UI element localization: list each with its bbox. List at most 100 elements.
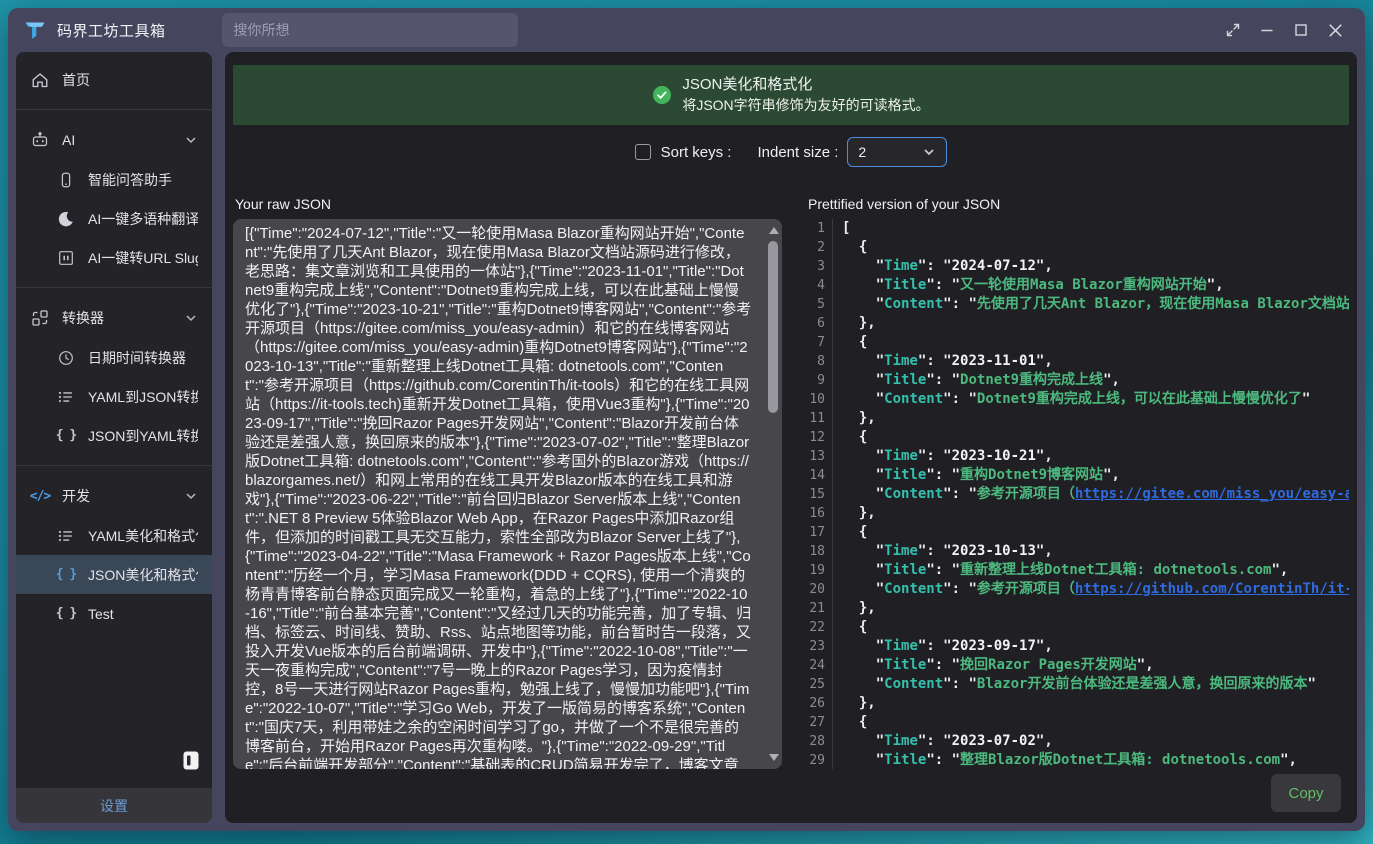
code-content: "Title": "重新整理上线Dotnet工具箱: dotnetools.co…: [842, 561, 1288, 580]
sidebar-item-label: 智能问答助手: [88, 170, 172, 190]
sidebar-item[interactable]: YAML美化和格式化: [16, 516, 212, 555]
line-number: 13: [806, 447, 833, 466]
code-content: "Time": "2023-10-21",: [842, 447, 1053, 466]
code-content: "Content": "Dotnet9重构完成上线，可以在此基础上慢慢优化了": [842, 390, 1310, 409]
line-number: 20: [806, 580, 833, 599]
code-line: 14 "Title": "重构Dotnet9博客网站",: [806, 466, 1349, 485]
code-content: {: [842, 428, 867, 447]
code-content: {: [842, 333, 867, 352]
line-number: 6: [806, 314, 833, 333]
close-icon[interactable]: [1321, 16, 1349, 44]
sidebar-item[interactable]: AI一键转URL Slug: [16, 238, 212, 277]
code-line: 2 {: [806, 238, 1349, 257]
sidebar-section-2[interactable]: </> 开发: [16, 476, 212, 516]
code-content: "Time": "2023-07-02",: [842, 732, 1053, 751]
code-line: 3 "Time": "2024-07-12",: [806, 257, 1349, 276]
line-number: 19: [806, 561, 833, 580]
indent-size-value: 2: [858, 144, 866, 160]
sidebar-item[interactable]: AI一键多语种翻译: [16, 199, 212, 238]
code-content: },: [842, 694, 876, 713]
chevron-down-icon: [922, 145, 936, 159]
sidebar-section-0[interactable]: AI: [16, 120, 212, 160]
line-number: 2: [806, 238, 833, 257]
scroll-down-icon[interactable]: [769, 754, 779, 761]
app-window: 码界工坊工具箱 首页AI智能问答助手AI一键多语种翻译AI一键转URL Slug…: [8, 8, 1365, 831]
tool-title: JSON美化和格式化: [682, 75, 929, 95]
copy-button[interactable]: Copy: [1271, 774, 1341, 812]
main-panel: JSON美化和格式化 将JSON字符串修饰为友好的可读格式。 Sort keys…: [225, 52, 1357, 823]
code-content: "Time": "2023-10-13",: [842, 542, 1053, 561]
code-line: 26 },: [806, 694, 1349, 713]
sidebar-section-label: 开发: [62, 486, 90, 506]
minimize-icon[interactable]: [1253, 16, 1281, 44]
indent-size-select[interactable]: 2: [847, 137, 947, 167]
braces-icon: { }: [56, 567, 76, 582]
scrollbar[interactable]: [767, 221, 780, 767]
pretty-json-code: 1[2 {3 "Time": "2024-07-12",4 "Title": "…: [806, 219, 1349, 769]
code-line: 24 "Title": "挽回Razor Pages开发网站",: [806, 656, 1349, 675]
line-number: 7: [806, 333, 833, 352]
code-line: 21 },: [806, 599, 1349, 618]
phone-icon: [56, 171, 76, 189]
moon-icon: [56, 210, 76, 228]
code-line: 12 {: [806, 428, 1349, 447]
sort-keys-label: Sort keys :: [661, 144, 732, 161]
sidebar-item[interactable]: { }Test: [16, 594, 212, 633]
code-line: 23 "Time": "2023-09-17",: [806, 637, 1349, 656]
sidebar-item[interactable]: { }JSON美化和格式化: [16, 555, 212, 594]
collapse-sidebar-icon[interactable]: [183, 751, 199, 775]
sidebar-item[interactable]: { }JSON到YAML转换: [16, 416, 212, 455]
raw-json-label: Your raw JSON: [235, 196, 782, 212]
code-line: 4 "Title": "又一轮使用Masa Blazor重构网站开始",: [806, 276, 1349, 295]
line-number: 12: [806, 428, 833, 447]
code-line: 16 },: [806, 504, 1349, 523]
line-number: 25: [806, 675, 833, 694]
code-line: 7 {: [806, 333, 1349, 352]
sort-keys-checkbox[interactable]: [635, 144, 651, 160]
line-number: 18: [806, 542, 833, 561]
sidebar-section-1[interactable]: 转换器: [16, 298, 212, 338]
line-number: 10: [806, 390, 833, 409]
raw-json-textarea[interactable]: [{"Time":"2024-07-12","Title":"又一轮使用Masa…: [233, 219, 782, 769]
maximize-icon[interactable]: [1287, 16, 1315, 44]
line-number: 3: [806, 257, 833, 276]
sidebar-item[interactable]: YAML到JSON转换: [16, 377, 212, 416]
line-number: 29: [806, 751, 833, 769]
code-content: "Content": "先使用了几天Ant Blazor，现在使用Masa Bl…: [842, 295, 1349, 314]
clock-icon: [56, 349, 76, 367]
sidebar-item-label: 日期时间转换器: [88, 348, 186, 368]
sidebar-item-label: 首页: [62, 70, 90, 90]
raw-json-panel: Your raw JSON [{"Time":"2024-07-12","Tit…: [233, 196, 782, 769]
app-logo-icon: [22, 17, 48, 43]
code-line: 6 },: [806, 314, 1349, 333]
code-content: "Content": "参考开源项目（https://gitee.com/mis…: [842, 485, 1349, 504]
scrollbar-thumb[interactable]: [768, 241, 778, 413]
code-line: 29 "Title": "整理Blazor版Dotnet工具箱: dotneto…: [806, 751, 1349, 769]
code-content: "Time": "2023-11-01",: [842, 352, 1053, 371]
line-number: 1: [806, 219, 833, 238]
code-icon: </>: [30, 489, 50, 504]
search-input[interactable]: [222, 13, 518, 47]
sidebar: 首页 AI 智能问答助手 AI一键多语种翻译 AI一键转URL Slug 转换器日期时间转…: [16, 52, 212, 823]
sidebar-item-label: AI一键转URL Slug: [88, 248, 198, 268]
raw-json-text[interactable]: [{"Time":"2024-07-12","Title":"又一轮使用Masa…: [233, 219, 782, 769]
code-line: 8 "Time": "2023-11-01",: [806, 352, 1349, 371]
expand-icon[interactable]: [1219, 16, 1247, 44]
braces-icon: { }: [56, 428, 76, 443]
code-line: 19 "Title": "重新整理上线Dotnet工具箱: dotnetools…: [806, 561, 1349, 580]
code-content: "Title": "Dotnet9重构完成上线",: [842, 371, 1120, 390]
settings-link[interactable]: 设置: [100, 796, 128, 816]
chevron-down-icon: [184, 311, 198, 325]
code-content: "Time": "2024-07-12",: [842, 257, 1053, 276]
code-line: 5 "Content": "先使用了几天Ant Blazor，现在使用Masa …: [806, 295, 1349, 314]
code-content: {: [842, 618, 867, 637]
robot-icon: [30, 130, 50, 150]
sidebar-item-home[interactable]: 首页: [16, 60, 212, 99]
swap-icon: [30, 308, 50, 328]
line-number: 11: [806, 409, 833, 428]
scroll-up-icon[interactable]: [769, 227, 779, 234]
indent-size-label: Indent size :: [757, 144, 838, 161]
sidebar-item[interactable]: 智能问答助手: [16, 160, 212, 199]
sidebar-item[interactable]: 日期时间转换器: [16, 338, 212, 377]
code-content: "Content": "参考开源项目（https://github.com/Co…: [842, 580, 1349, 599]
